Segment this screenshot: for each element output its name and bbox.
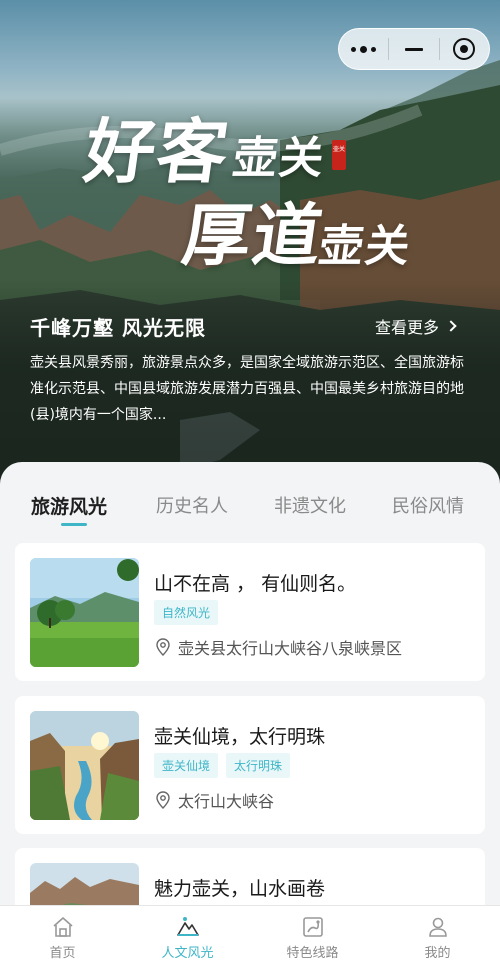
tabbar-item-home[interactable]: 首页 (0, 906, 125, 965)
tab-folk-customs[interactable]: 民俗风情 (392, 492, 464, 518)
tabbar-item-featured-routes[interactable]: 特色线路 (250, 906, 375, 965)
hero-banner: 好客 壶关 壶关 厚道 壶关 千峰万壑 风光无限 查看更多 壶关县风景秀丽，旅游… (0, 0, 500, 490)
chevron-right-icon (445, 320, 457, 332)
card-location: 壶关县太行山大峡谷八泉峡景区 (156, 635, 402, 659)
mountain-icon (176, 917, 199, 936)
red-seal-stamp: 壶关 (332, 140, 346, 170)
location-text: 壶关县太行山大峡谷八泉峡景区 (178, 639, 403, 658)
tabbar-label: 人文风光 (161, 946, 214, 961)
tabbar-label: 特色线路 (286, 946, 339, 961)
list-item[interactable]: 山不在高 ， 有仙则名。 自然风光 壶关县太行山大峡谷八泉峡景区 (15, 543, 485, 681)
card-title: 魅力壶关，山水画卷 (154, 878, 326, 900)
minus-icon (404, 47, 423, 51)
hero-description: 壶关县风景秀丽，旅游景点众多，是国家全域旅游示范区、全国旅游标准化示范县、中国县… (30, 355, 464, 423)
home-icon (52, 917, 73, 937)
list-item[interactable]: 壶关仙境，太行明珠 壶关仙境 太行明珠 太行山大峡谷 (15, 696, 485, 834)
see-more-link[interactable]: 查看更多 (375, 314, 457, 338)
tag-badge: 太行明珠 (226, 753, 291, 778)
more-button[interactable] (339, 29, 388, 69)
user-icon (428, 917, 447, 937)
card-location: 太行山大峡谷 (156, 788, 274, 812)
calligraphy-huguan-2: 壶关 (315, 221, 415, 272)
see-more-label: 查看更多 (375, 318, 440, 337)
calligraphy-huguan-1: 壶关 (229, 133, 329, 184)
active-tab-indicator (61, 523, 87, 526)
more-dots-icon (351, 45, 377, 53)
category-tabs: 旅游风光 历史名人 非遗文化 民俗风情 (0, 492, 500, 532)
tab-historical-figures[interactable]: 历史名人 (156, 492, 228, 518)
card-tags: 自然风光 (154, 600, 219, 625)
target-icon (453, 38, 476, 60)
card-thumbnail (30, 711, 139, 820)
tabbar-label: 我的 (424, 946, 451, 961)
location-text: 太行山大峡谷 (178, 792, 275, 811)
card-title: 壶关仙境，太行明珠 (154, 726, 326, 748)
tabbar-label: 首页 (49, 946, 76, 961)
tabbar-item-mine[interactable]: 我的 (375, 906, 500, 965)
card-thumbnail (30, 558, 139, 667)
tag-badge: 壶关仙境 (154, 753, 219, 778)
tag-badge: 自然风光 (154, 600, 219, 625)
hero-title: 千峰万壑 风光无限 (30, 316, 206, 340)
close-button[interactable] (440, 29, 489, 69)
tab-intangible-heritage[interactable]: 非遗文化 (274, 492, 346, 518)
location-pin-icon (156, 638, 170, 656)
tabbar-item-culture-scenery[interactable]: 人文风光 (125, 906, 250, 965)
minimize-button[interactable] (389, 29, 438, 69)
location-pin-icon (156, 791, 170, 809)
bottom-tab-bar: 首页 人文风光 特色线路 我的 (0, 905, 500, 965)
tab-travel-scenery[interactable]: 旅游风光 (31, 492, 107, 519)
card-tags: 壶关仙境 太行明珠 (154, 753, 291, 778)
mini-program-capsule (338, 28, 490, 70)
calligraphy-houdao: 厚道 (177, 196, 329, 276)
route-map-icon (302, 917, 323, 937)
card-title: 山不在高 ， 有仙则名。 (154, 573, 357, 595)
content-panel: 旅游风光 历史名人 非遗文化 民俗风情 山不在高 ， 有仙则名。 自然风光 壶关… (0, 462, 500, 965)
